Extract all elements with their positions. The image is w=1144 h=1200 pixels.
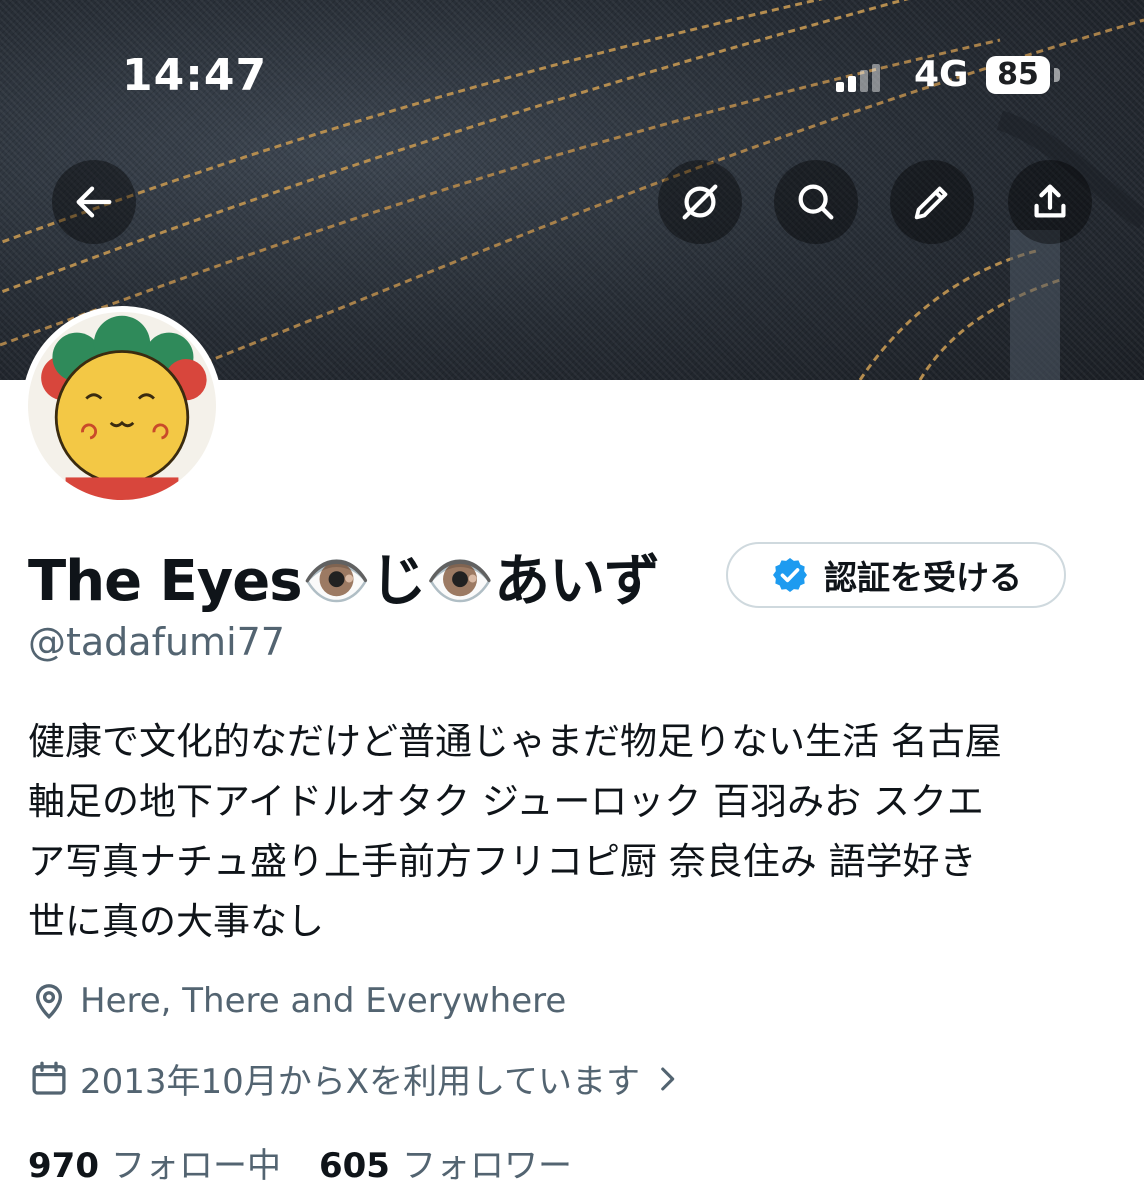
avatar[interactable] <box>22 306 222 506</box>
back-button[interactable] <box>52 160 136 244</box>
user-handle: @tadafumi77 <box>28 620 285 664</box>
share-button[interactable] <box>1008 160 1092 244</box>
location-text: Here, There and Everywhere <box>80 981 567 1021</box>
joined-date-row[interactable]: 2013年10月からXを利用しています <box>28 1054 684 1103</box>
status-time: 14:47 <box>122 50 268 101</box>
share-icon <box>1034 184 1066 218</box>
battery-icon: 85 <box>986 56 1050 94</box>
verified-badge-icon <box>773 558 807 592</box>
follow-stats: 970 フォロー中 605 フォロワー <box>28 1138 572 1187</box>
followers-count: 605 <box>318 1146 390 1186</box>
chevron-right-icon <box>661 1067 675 1090</box>
profile-bio: 健康で文化的なだけど普通じゃまだ物足りない生活 名古屋 軸足の地下アイドルオタク… <box>28 720 1002 943</box>
display-name: The Eyes👁️じ👁️あいず <box>28 549 660 614</box>
search-icon <box>798 184 834 220</box>
get-verified-label: 認証を受ける <box>824 558 1022 597</box>
arrow-left-icon <box>76 186 112 218</box>
calendar-icon <box>32 1061 66 1095</box>
search-button[interactable] <box>774 160 858 244</box>
followers-link[interactable]: 605 フォロワー <box>319 1138 572 1187</box>
edit-button[interactable] <box>890 160 974 244</box>
grok-icon <box>682 184 718 220</box>
cellular-signal-icon <box>836 62 896 92</box>
grok-button[interactable] <box>658 160 742 244</box>
battery-tip <box>1054 68 1060 82</box>
following-link[interactable]: 970 フォロー中 <box>28 1138 281 1187</box>
network-type: 4G <box>914 54 969 95</box>
edit-pencil-icon <box>914 186 948 220</box>
get-verified-button[interactable]: 認証を受ける <box>726 542 1066 608</box>
followers-label: フォロワー <box>401 1146 572 1186</box>
avatar-character-image <box>28 312 216 500</box>
following-label: フォロー中 <box>110 1146 281 1186</box>
location-row: Here, There and Everywhere <box>28 980 566 1022</box>
joined-date-text: 2013年10月からXを利用しています <box>80 1062 641 1102</box>
location-pin-icon <box>35 984 63 1020</box>
following-count: 970 <box>28 1146 99 1186</box>
